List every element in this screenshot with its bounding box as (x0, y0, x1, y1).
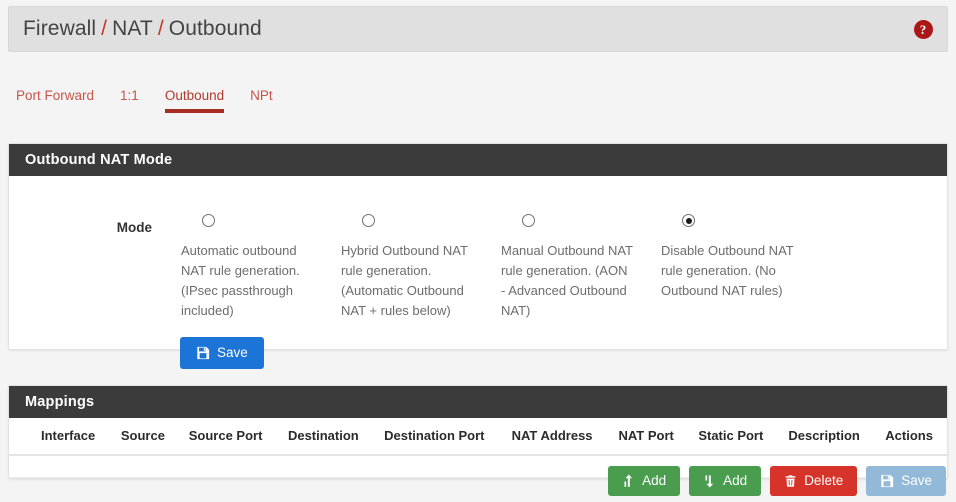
mode-field-label: Mode (116, 220, 152, 235)
tab-outbound[interactable]: Outbound (164, 84, 225, 113)
mode-option-description: Disable Outbound NAT rule generation. (N… (661, 243, 794, 298)
breadcrumb-item[interactable]: NAT (112, 17, 153, 40)
nat-tab-bar: Port Forward 1:1 Outbound NPt (16, 84, 299, 113)
mode-radio-group: Automatic outbound NAT rule generation. … (181, 214, 821, 321)
radio-automatic[interactable] (202, 214, 215, 227)
page-header-bar: Firewall / NAT / Outbound ? (8, 6, 948, 52)
mode-option-description: Hybrid Outbound NAT rule generation. (Au… (341, 243, 468, 318)
column-header-source-port: Source Port (178, 418, 278, 456)
column-header-destination-port: Destination Port (374, 418, 502, 456)
column-header-nat-address: NAT Address (501, 418, 609, 456)
tab-1-1[interactable]: 1:1 (120, 84, 139, 113)
column-header-static-port: Static Port (688, 418, 779, 456)
breadcrumb-item[interactable]: Firewall (23, 17, 96, 40)
mode-option-disabled[interactable]: Disable Outbound NAT rule generation. (N… (661, 214, 821, 321)
button-label: Delete (804, 473, 844, 489)
breadcrumb-separator: / (157, 17, 164, 40)
column-header-destination: Destination (277, 418, 375, 456)
delete-button-2[interactable]: Delete (770, 466, 858, 496)
column-header-nat-port: NAT Port (608, 418, 689, 456)
save-button-3[interactable]: Save (866, 466, 946, 496)
help-button[interactable]: ? (913, 19, 933, 39)
add-button-0[interactable]: Add (608, 466, 681, 496)
help-question-icon: ? (913, 19, 933, 39)
add-button-1[interactable]: Add (689, 466, 762, 496)
arrow-level-up-icon (622, 474, 635, 488)
column-header-source: Source (110, 418, 179, 456)
tab-port-forward[interactable]: Port Forward (16, 84, 94, 113)
button-label: Add (723, 473, 748, 489)
radio-hybrid[interactable] (362, 214, 375, 227)
trash-icon (784, 474, 797, 488)
mappings-action-bar: Add Add Delete Save (608, 466, 946, 496)
mode-option-manual[interactable]: Manual Outbound NAT rule generation. (AO… (501, 214, 661, 321)
breadcrumb: Firewall / NAT / Outbound (23, 17, 262, 41)
floppy-save-icon (196, 346, 210, 360)
mode-option-description: Automatic outbound NAT rule generation. … (181, 243, 300, 318)
save-button-label: Save (217, 345, 248, 361)
breadcrumb-separator: / (101, 17, 108, 40)
radio-manual[interactable] (522, 214, 535, 227)
radio-disabled[interactable] (682, 214, 695, 227)
mode-option-automatic[interactable]: Automatic outbound NAT rule generation. … (181, 214, 341, 321)
save-button-row: Save (0, 337, 956, 369)
panel-title-outbound-nat-mode: Outbound NAT Mode (9, 144, 947, 176)
mappings-panel: Mappings Interface Source Source Port Desti… (8, 385, 948, 479)
column-header-description: Description (778, 418, 876, 456)
outbound-nat-mode-body: Mode Automatic outbound NAT rule generat… (9, 176, 947, 349)
mode-option-description: Manual Outbound NAT rule generation. (AO… (501, 243, 633, 318)
arrow-level-down-icon (703, 474, 716, 488)
button-label: Add (642, 473, 667, 489)
outbound-nat-mode-panel: Outbound NAT Mode Mode Automatic outboun… (8, 143, 948, 350)
mode-option-hybrid[interactable]: Hybrid Outbound NAT rule generation. (Au… (341, 214, 501, 321)
column-header-actions: Actions (875, 418, 947, 456)
floppy-save-icon (880, 474, 894, 488)
save-button[interactable]: Save (180, 337, 264, 369)
mappings-table-header-row: Interface Source Source Port Destination Des… (9, 418, 947, 456)
breadcrumb-item[interactable]: Outbound (169, 17, 262, 40)
panel-title-mappings: Mappings (9, 386, 947, 418)
column-header-interface: Interface (9, 418, 111, 456)
tab-npt[interactable]: NPt (250, 84, 273, 113)
button-label: Save (901, 473, 932, 489)
